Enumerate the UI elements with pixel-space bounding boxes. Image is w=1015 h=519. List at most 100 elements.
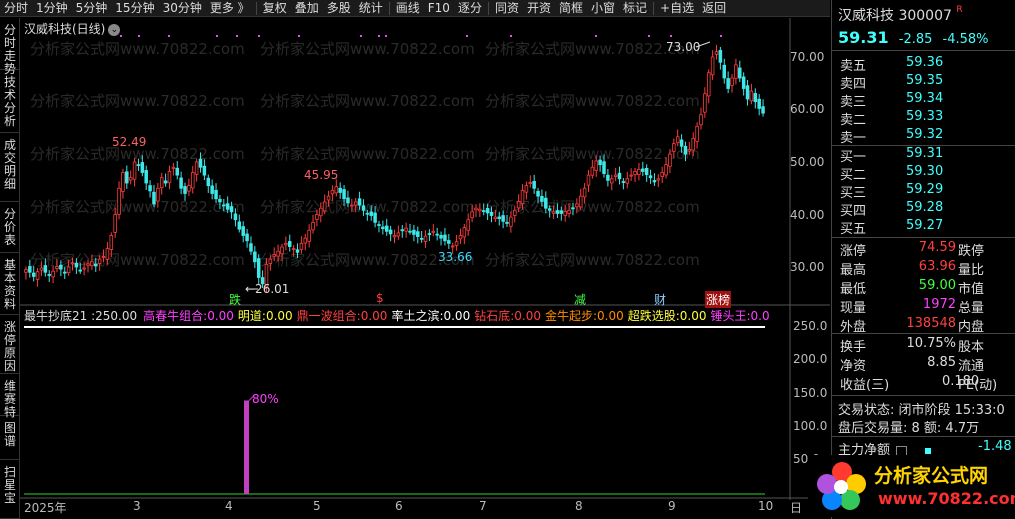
bid-price: 59.27 (906, 218, 944, 233)
candle (419, 231, 424, 243)
toolbar-btn-16[interactable]: 小窗 (587, 0, 619, 17)
candle (90, 254, 94, 271)
price-axis-30: 30.00 (790, 260, 825, 274)
bid-row[interactable]: 买一 59.31 (840, 146, 943, 165)
candle (648, 169, 653, 184)
price-change: -2.85 (898, 32, 933, 47)
candle (722, 58, 727, 84)
candle (520, 184, 525, 210)
sidebar-item-1[interactable]: 技术分析 (0, 70, 20, 133)
stat-value: 10.75% (906, 336, 957, 351)
candle (249, 236, 253, 255)
bid-row[interactable]: 买四 59.28 (840, 200, 943, 219)
x-tick-7: 7 (479, 499, 487, 513)
marker-s[interactable]: $ (376, 291, 384, 305)
stat-row: 现量 1972 总量 (840, 297, 984, 316)
sidebar-item-4[interactable]: 基本资料 (0, 253, 20, 315)
toolbar-btn-8[interactable]: 多股 (323, 0, 355, 17)
indicator-legend[interactable]: 最牛抄底21 :250.00 高春牛组合:0.00 明道:0.00 鼎一波组合:0.0… (24, 307, 774, 324)
marker-jian[interactable]: 减 (574, 291, 586, 308)
sidebar-item-8[interactable]: 扫星宝 (0, 460, 20, 519)
sidebar-item-7[interactable]: 图谱 (0, 416, 20, 460)
candle (194, 158, 199, 182)
toolbar-btn-10[interactable]: 画线 (392, 0, 424, 17)
toolbar-btn-4[interactable]: 30分钟 (159, 0, 206, 17)
candle (656, 174, 661, 188)
candle (706, 69, 711, 104)
toolbar-btn-6[interactable]: 复权 (259, 0, 291, 17)
ask-row[interactable]: 卖二 59.33 (840, 109, 943, 128)
toolbar-btn-18[interactable]: +自选 (656, 0, 698, 17)
ask-row[interactable]: 卖一 59.32 (840, 127, 943, 146)
candle (311, 215, 315, 234)
candle (148, 180, 152, 198)
toolbar-btn-11[interactable]: F10 (424, 0, 454, 17)
candle (602, 154, 606, 178)
bid-row[interactable]: 买五 59.27 (840, 218, 943, 237)
sidebar-item-2[interactable]: 成交明细 (0, 133, 20, 202)
ind-axis-200: 200.0 (793, 352, 828, 366)
toolbar-btn-14[interactable]: 开资 (523, 0, 555, 17)
bid-label: 买二 (840, 168, 867, 183)
sidebar-item-6[interactable]: 维赛特 (0, 374, 20, 419)
candle (575, 198, 579, 214)
site-logo: 分析家公式网 www.70822.com (808, 455, 1015, 517)
quote-panel: 汉威科技 300007 R 59.31 -2.85 -4.58% 卖五 59.36… (831, 0, 1015, 519)
toolbar-btn-2[interactable]: 5分钟 (72, 0, 112, 17)
x-tick-10: 10 (758, 499, 774, 513)
toolbar-btn-17[interactable]: 标记 (619, 0, 651, 17)
list-icon[interactable] (896, 445, 908, 456)
candle (299, 236, 304, 254)
indicator-name: 最牛抄底21 : (24, 309, 96, 323)
toolbar-btn-7[interactable]: 叠加 (291, 0, 323, 17)
toolbar-btn-1[interactable]: 1分钟 (32, 0, 72, 17)
toolbar-btn-3[interactable]: 15分钟 (111, 0, 158, 17)
candle (392, 229, 397, 244)
candle (74, 258, 79, 274)
sidebar-item-3[interactable]: 分价表 (0, 202, 20, 253)
main-flow-value: -1.48 (978, 439, 1012, 454)
bid-price: 59.29 (906, 182, 944, 197)
sidebar-item-5[interactable]: 涨停原因 (0, 315, 20, 374)
toolbar-btn-0[interactable]: 分时 (0, 0, 32, 17)
toolbar-btn-9[interactable]: 统计 (355, 0, 387, 17)
candle (714, 44, 719, 60)
candle (66, 259, 71, 276)
ask-row[interactable]: 卖四 59.35 (840, 73, 943, 92)
candle (582, 183, 587, 204)
ask-row[interactable]: 卖三 59.34 (840, 91, 943, 110)
bid-row[interactable]: 买三 59.29 (840, 182, 943, 201)
candle (369, 205, 373, 221)
stock-code: 300007 (898, 8, 952, 24)
candle (171, 162, 176, 176)
ask-row[interactable]: 卖五 59.36 (840, 55, 943, 74)
toolbar-btn-12[interactable]: 逐分 (454, 0, 486, 17)
day-label[interactable]: 日 (790, 499, 802, 516)
candle (621, 178, 626, 190)
indicator-param-value: 0.00 (443, 309, 471, 323)
toolbar-btn-19[interactable]: 返回 (698, 0, 730, 17)
indicator-bar-label: 80% (252, 392, 279, 406)
marker-zhangting[interactable]: 涨榜 (705, 291, 732, 308)
candle (547, 205, 552, 218)
candle (664, 157, 668, 179)
toolbar-btn-5[interactable]: 更多 》 (206, 0, 254, 17)
candle (109, 232, 114, 257)
stat-label2: 流通 (958, 359, 985, 374)
bid-row[interactable]: 买二 59.30 (840, 164, 943, 183)
toolbar-btn-13[interactable]: 同资 (491, 0, 523, 17)
candle (82, 262, 86, 276)
annotation-low-1: ←26.01 (245, 282, 290, 296)
marker-cai[interactable]: 财 (654, 291, 666, 308)
candle (609, 174, 614, 191)
logo-text: 分析家公式网 (874, 465, 989, 487)
sidebar-item-0[interactable]: 分时走势 (0, 18, 20, 76)
marker-die[interactable]: 跌 (229, 291, 241, 308)
candle (412, 224, 416, 242)
candle (563, 205, 567, 222)
candle (695, 122, 699, 149)
bid-price: 59.28 (906, 200, 944, 215)
indicator-param-label: 明道: (237, 309, 266, 323)
kline-chart[interactable] (20, 18, 830, 500)
toolbar-btn-15[interactable]: 简框 (555, 0, 587, 17)
